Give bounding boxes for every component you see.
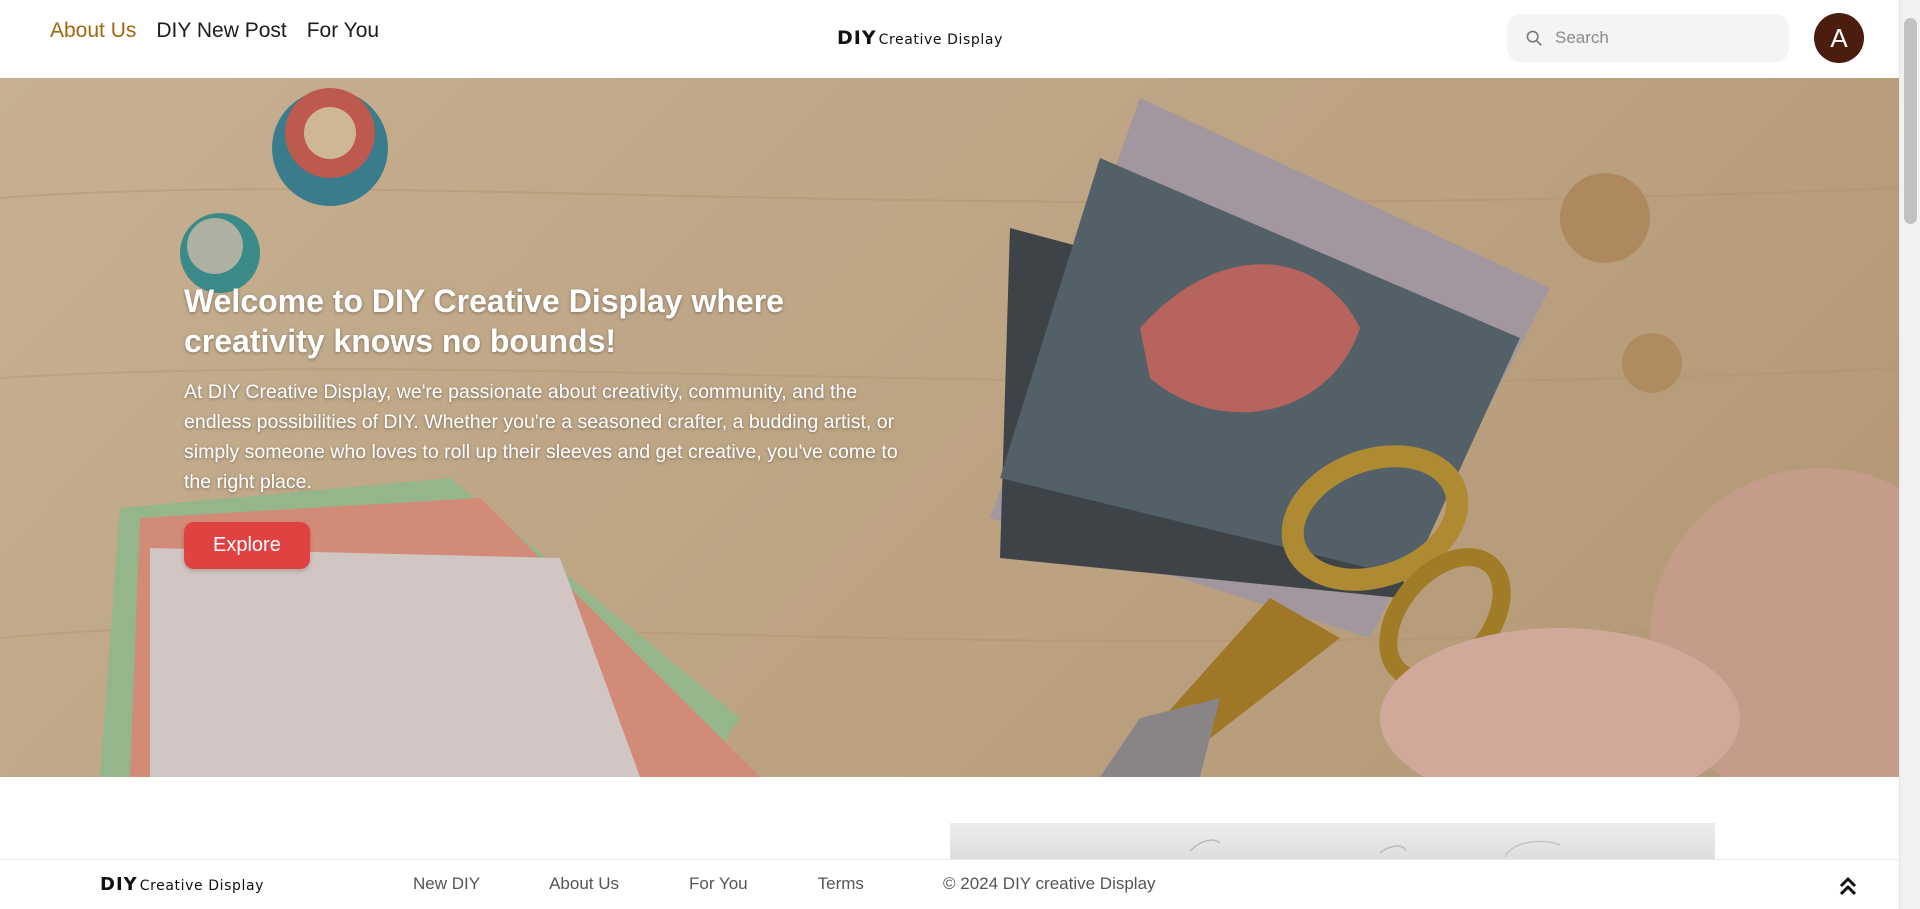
featured-image bbox=[950, 823, 1715, 863]
footer-link-new-diy[interactable]: New DIY bbox=[413, 874, 480, 894]
search-box[interactable] bbox=[1507, 14, 1789, 62]
search-input[interactable] bbox=[1555, 28, 1775, 48]
nav-about-us[interactable]: About Us bbox=[50, 19, 136, 43]
featured-image-graphic bbox=[1189, 839, 1561, 858]
user-avatar[interactable]: A bbox=[1814, 13, 1864, 63]
logo-main-text: DIY bbox=[837, 27, 877, 49]
footer-links: New DIY About Us For You Terms bbox=[413, 874, 933, 894]
footer-link-for-you[interactable]: For You bbox=[689, 874, 748, 894]
footer-logo-main: DIY bbox=[100, 874, 138, 895]
scrollbar[interactable] bbox=[1899, 0, 1920, 909]
footer-logo[interactable]: DIY Creative Display bbox=[100, 874, 264, 895]
footer-logo-sub: Creative Display bbox=[139, 878, 265, 894]
hero-title: Welcome to DIY Creative Display where cr… bbox=[184, 283, 784, 359]
footer-link-about-us[interactable]: About Us bbox=[549, 874, 619, 894]
logo-sub-text: Creative Display bbox=[878, 32, 1003, 48]
nav-for-you[interactable]: For You bbox=[307, 19, 379, 43]
hero-description: At DIY Creative Display, we're passionat… bbox=[184, 381, 898, 493]
copyright-text: © 2024 DIY creative Display bbox=[943, 874, 1156, 893]
hero-banner: Welcome to DIY Creative Display where cr… bbox=[0, 78, 1899, 777]
hero-content: Welcome to DIY Creative Display where cr… bbox=[184, 281, 914, 569]
scroll-to-top-icon[interactable] bbox=[1836, 874, 1860, 898]
site-logo[interactable]: DIY Creative Display bbox=[837, 27, 1003, 49]
footer-link-terms[interactable]: Terms bbox=[818, 874, 864, 894]
explore-button[interactable]: Explore bbox=[184, 522, 310, 569]
header: About Us DIY New Post For You DIY Creati… bbox=[0, 0, 1899, 78]
main-nav: About Us DIY New Post For You bbox=[50, 19, 379, 43]
search-icon bbox=[1526, 30, 1542, 46]
scrollbar-thumb[interactable] bbox=[1904, 18, 1917, 224]
nav-diy-new-post[interactable]: DIY New Post bbox=[156, 19, 286, 43]
footer: DIY Creative Display New DIY About Us Fo… bbox=[0, 859, 1899, 909]
